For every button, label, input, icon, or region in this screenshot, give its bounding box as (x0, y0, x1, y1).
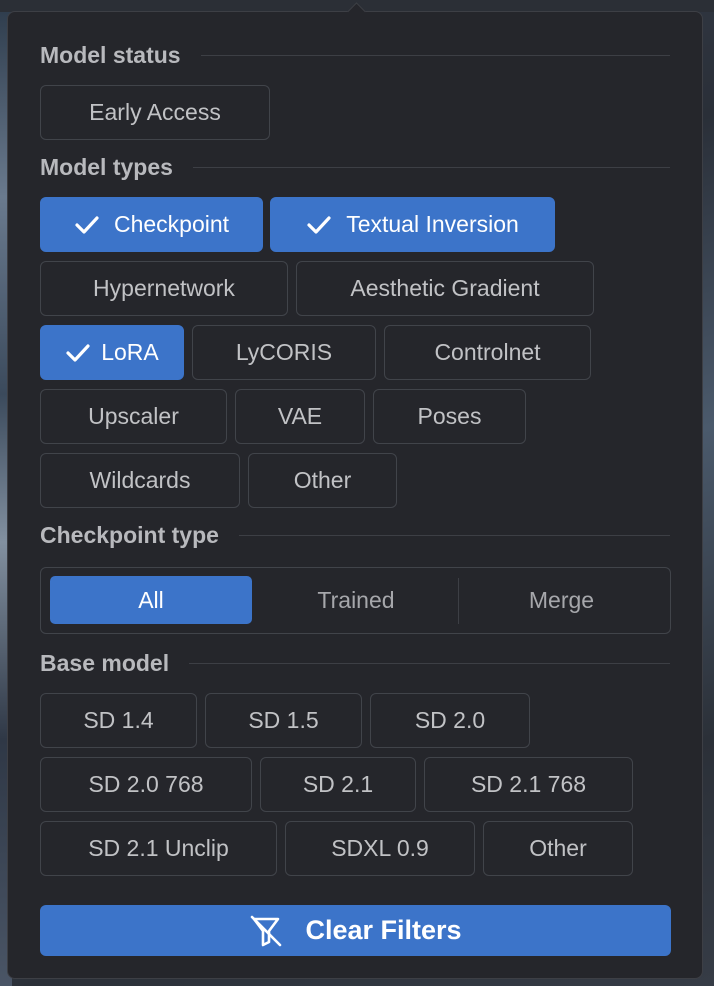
chip-label: Hypernetwork (93, 275, 235, 301)
chip-sd-2-1[interactable]: SD 2.1 (260, 757, 416, 812)
chip-label: Aesthetic Gradient (350, 275, 540, 301)
chip-sd-2-0[interactable]: SD 2.0 (370, 693, 530, 748)
base-model-title: Base model (40, 650, 170, 676)
filter-off-icon (251, 915, 282, 946)
chip-label: SD 2.1 768 (470, 771, 587, 797)
chip-label: SD 1.5 (248, 707, 319, 733)
chip-label: Other (529, 835, 587, 861)
divider (189, 663, 670, 664)
chip-label: Early Access (89, 99, 221, 125)
chip-label: Other (293, 467, 352, 493)
checkpoint-type-segmented-control: All Trained Merge (40, 567, 671, 634)
chip-hypernetwork[interactable]: Hypernetwork (40, 261, 288, 316)
chip-sd-1-5[interactable]: SD 1.5 (205, 693, 362, 748)
chip-label: Wildcards (89, 467, 191, 493)
chip-aesthetic-gradient[interactable]: Aesthetic Gradient (296, 261, 594, 316)
check-icon (307, 215, 331, 234)
chip-sd-2-1-unclip[interactable]: SD 2.1 Unclip (40, 821, 277, 876)
model-status-title: Model status (40, 42, 181, 68)
chip-textual-inversion[interactable]: Textual Inversion (270, 197, 555, 252)
model-status-header: Model status (40, 42, 670, 69)
divider (238, 535, 670, 536)
chip-other-type[interactable]: Other (248, 453, 397, 508)
chip-controlnet[interactable]: Controlnet (384, 325, 591, 380)
check-icon (75, 215, 99, 234)
chip-sd-1-4[interactable]: SD 1.4 (40, 693, 197, 748)
chip-other-base[interactable]: Other (483, 821, 633, 876)
chip-lora[interactable]: LoRA (40, 325, 184, 380)
divider (192, 167, 670, 168)
chip-label: LoRA (101, 339, 159, 365)
clear-filters-button[interactable]: Clear Filters (40, 905, 671, 956)
chip-early-access[interactable]: Early Access (40, 85, 270, 140)
chip-label: Textual Inversion (346, 211, 519, 237)
divider (200, 55, 670, 56)
segment-all[interactable]: All (50, 576, 252, 624)
model-types-header: Model types (40, 154, 670, 181)
chip-sd-2-0-768[interactable]: SD 2.0 768 (40, 757, 252, 812)
chip-label: Controlnet (434, 339, 541, 365)
chip-lycoris[interactable]: LyCORIS (192, 325, 376, 380)
check-icon (66, 343, 90, 362)
chip-label: SD 2.1 (302, 771, 374, 797)
segment-merge[interactable]: Merge (460, 576, 663, 624)
segment-trained[interactable]: Trained (254, 576, 458, 624)
chip-poses[interactable]: Poses (373, 389, 526, 444)
segment-divider (458, 578, 459, 624)
chip-label: Checkpoint (113, 211, 230, 237)
chip-label: Poses (417, 403, 482, 429)
checkpoint-type-header: Checkpoint type (40, 522, 670, 549)
chip-label: SD 1.4 (83, 707, 154, 733)
checkpoint-type-title: Checkpoint type (40, 522, 219, 548)
chip-label: VAE (277, 403, 323, 429)
chip-checkpoint[interactable]: Checkpoint (40, 197, 263, 252)
chip-label: LyCORIS (235, 339, 333, 365)
chip-label: SD 2.1 Unclip (88, 835, 229, 861)
chip-sdxl-0-9[interactable]: SDXL 0.9 (285, 821, 475, 876)
model-types-title: Model types (40, 154, 173, 180)
chip-label: SD 2.0 768 (88, 771, 204, 797)
chip-wildcards[interactable]: Wildcards (40, 453, 240, 508)
chip-sd-2-1-768[interactable]: SD 2.1 768 (424, 757, 633, 812)
chip-label: SD 2.0 (414, 707, 486, 733)
filter-popover: Model status Early Access Model types Ch… (7, 2, 703, 979)
clear-filters-label: Clear Filters (305, 915, 462, 945)
chip-label: Upscaler (88, 403, 179, 429)
chip-label: SDXL 0.9 (331, 835, 429, 861)
chip-upscaler[interactable]: Upscaler (40, 389, 227, 444)
chip-vae[interactable]: VAE (235, 389, 365, 444)
base-model-header: Base model (40, 650, 670, 677)
